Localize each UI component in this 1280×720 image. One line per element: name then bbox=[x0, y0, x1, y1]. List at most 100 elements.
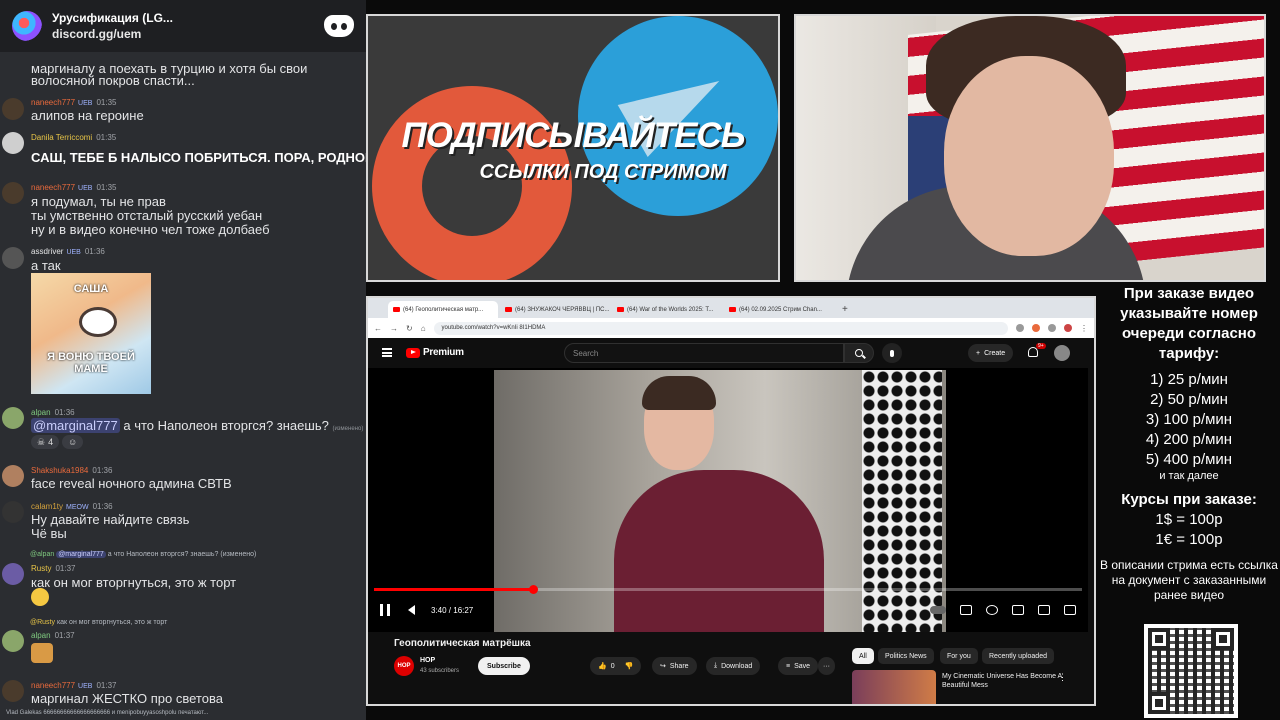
autoplay-toggle[interactable] bbox=[930, 606, 946, 614]
create-button[interactable]: + Create bbox=[968, 344, 1014, 362]
reply-edited: (изменено) bbox=[220, 551, 257, 558]
search-button[interactable] bbox=[844, 343, 874, 363]
profile-icon[interactable] bbox=[1064, 324, 1072, 332]
avatar[interactable] bbox=[2, 630, 24, 652]
chip-for-you[interactable]: For you bbox=[940, 648, 978, 664]
message-text: волосяной покров спасти... bbox=[31, 73, 195, 88]
role-badge: UEB bbox=[66, 249, 81, 256]
scrubber-handle[interactable] bbox=[529, 584, 539, 594]
author-name[interactable]: Shakshuka1984 bbox=[31, 466, 88, 475]
message-meta: naneech777 UEB 01:35 bbox=[31, 183, 116, 192]
share-icon: ↪ bbox=[660, 663, 666, 670]
extension-icon[interactable] bbox=[1032, 324, 1040, 332]
avatar[interactable] bbox=[2, 407, 24, 429]
progress-bar[interactable] bbox=[374, 584, 1082, 594]
browser-tab[interactable]: (64) ЗНУЖАКОЧ ЧЕРЯВВЦ | ПС... bbox=[500, 301, 610, 318]
subscribe-button[interactable]: Subscribe bbox=[478, 657, 530, 675]
cast-icon[interactable] bbox=[1038, 605, 1050, 615]
browser-menu-icon[interactable]: ⋮ bbox=[1080, 324, 1088, 333]
reply-reference[interactable]: @Rusty как он мог вторгнуться, это ж тор… bbox=[30, 619, 167, 626]
fullscreen-icon[interactable] bbox=[1064, 605, 1076, 615]
save-button[interactable]: ≡ Save bbox=[778, 657, 819, 675]
avatar[interactable] bbox=[2, 182, 24, 204]
player-controls: 3:40 / 16:27 bbox=[368, 600, 1088, 620]
settings-gear-icon[interactable] bbox=[986, 605, 998, 615]
download-button[interactable]: ⤓ Download bbox=[706, 657, 761, 675]
reload-icon[interactable]: ↻ bbox=[406, 324, 413, 333]
channel-name[interactable]: HOP bbox=[420, 657, 435, 664]
account-avatar[interactable] bbox=[1054, 345, 1070, 361]
message-text: ну и в видео конечно чел тоже долбаеб bbox=[31, 222, 270, 237]
like-count: 0 bbox=[610, 662, 615, 670]
youtube-logo-text: Premium bbox=[423, 347, 464, 358]
browser-tab[interactable]: (64) Геополитическая матр... bbox=[388, 301, 498, 318]
author-name[interactable]: naneech777 bbox=[31, 98, 75, 107]
new-tab-button[interactable]: + bbox=[836, 301, 854, 318]
subtitles-icon[interactable] bbox=[960, 605, 972, 615]
hamburger-menu-icon[interactable] bbox=[382, 348, 392, 357]
more-actions-button[interactable]: ··· bbox=[818, 657, 835, 675]
user-mention[interactable]: @marginal777 bbox=[31, 418, 120, 433]
timestamp: 01:37 bbox=[55, 564, 76, 573]
recommended-thumbnail[interactable] bbox=[852, 670, 936, 704]
message-meta: naneech777 UEB 01:37 bbox=[31, 681, 116, 690]
avatar[interactable] bbox=[2, 247, 24, 269]
typing-indicator: Vlad Galekas 66666666666666666666 и meni… bbox=[6, 710, 209, 716]
miniplayer-icon[interactable] bbox=[1012, 605, 1024, 615]
voice-search-icon[interactable] bbox=[882, 343, 902, 363]
reply-author: @Rusty bbox=[30, 619, 55, 626]
forward-arrow-icon[interactable]: → bbox=[390, 324, 398, 333]
timestamp: 01:37 bbox=[54, 631, 75, 640]
browser-tab[interactable]: (64) War of the Worlds 2025: Т... bbox=[612, 301, 722, 318]
avatar[interactable] bbox=[2, 680, 24, 702]
add-reaction-button[interactable]: ☺ bbox=[62, 435, 84, 449]
search-input[interactable]: Search bbox=[564, 343, 844, 363]
browser-tab[interactable]: (64) 02.09.2025 Стрим Chan... bbox=[724, 301, 834, 318]
share-button[interactable]: ↪ Share bbox=[652, 657, 697, 675]
avatar[interactable] bbox=[2, 501, 24, 523]
reaction-pill[interactable]: ☠ 4 bbox=[31, 435, 60, 449]
youtube-logo[interactable]: Premium bbox=[406, 347, 464, 358]
author-name[interactable]: Rusty bbox=[31, 564, 51, 573]
author-name[interactable]: alpan bbox=[31, 408, 51, 417]
invite-link[interactable]: discord.gg/uem bbox=[52, 26, 314, 42]
server-icon bbox=[12, 11, 42, 41]
thumbs-down-icon[interactable]: 👎 bbox=[625, 662, 634, 670]
pause-icon[interactable] bbox=[380, 604, 390, 616]
back-arrow-icon[interactable]: ← bbox=[374, 324, 382, 333]
tariff-list: 1) 25 р/мин 2) 50 р/мин 3) 100 р/мин 4) … bbox=[1098, 370, 1280, 482]
recommended-more-icon[interactable]: ⋮ bbox=[1058, 672, 1067, 683]
reply-reference[interactable]: @alpan @marginal777 а что Наполеон вторг… bbox=[30, 551, 256, 558]
channel-avatar[interactable]: HOP bbox=[394, 656, 414, 676]
video-player[interactable]: 3:40 / 16:27 bbox=[368, 368, 1088, 632]
server-name: Урусификация (LG... bbox=[52, 11, 173, 25]
chip-recently-uploaded[interactable]: Recently uploaded bbox=[982, 648, 1054, 664]
avatar[interactable] bbox=[2, 98, 24, 120]
author-name[interactable]: naneech777 bbox=[31, 183, 75, 192]
home-icon[interactable]: ⌂ bbox=[421, 324, 426, 333]
avatar[interactable] bbox=[2, 563, 24, 585]
youtube-favicon-icon bbox=[617, 307, 624, 312]
extension-icon[interactable] bbox=[1048, 324, 1056, 332]
author-name[interactable]: alpan bbox=[31, 631, 51, 640]
avatar[interactable] bbox=[2, 465, 24, 487]
avatar[interactable] bbox=[2, 132, 24, 154]
reply-mention: @marginal777 bbox=[56, 551, 106, 558]
volume-icon[interactable] bbox=[408, 605, 415, 615]
chip-all[interactable]: All bbox=[852, 648, 874, 664]
download-label: Download bbox=[721, 662, 753, 670]
anime-sticker[interactable]: САША Я ВОНЮ ТВОЕЙ МАМЕ bbox=[31, 273, 151, 394]
message-meta: Shakshuka1984 01:36 bbox=[31, 466, 112, 475]
author-name[interactable]: naneech777 bbox=[31, 681, 75, 690]
extension-icon[interactable] bbox=[1016, 324, 1024, 332]
like-button[interactable]: 👍 0 👎 bbox=[590, 657, 642, 675]
timestamp: 01:36 bbox=[54, 408, 75, 417]
recommended-title[interactable]: My Cinematic Universe Has Become A Beaut… bbox=[942, 672, 1062, 690]
url-field[interactable]: youtube.com/watch?v=wKnIi 8I1HDMA bbox=[433, 321, 1008, 335]
author-name[interactable]: assdriver bbox=[31, 247, 63, 256]
message-text: алипов на героине bbox=[31, 108, 144, 123]
tab-title: (64) ЗНУЖАКОЧ ЧЕРЯВВЦ | ПС... bbox=[515, 306, 610, 313]
chip-politics-news[interactable]: Politics News bbox=[878, 648, 934, 664]
author-name[interactable]: calam1ty bbox=[31, 502, 63, 511]
author-name[interactable]: Danila Terriccomi bbox=[31, 133, 92, 142]
